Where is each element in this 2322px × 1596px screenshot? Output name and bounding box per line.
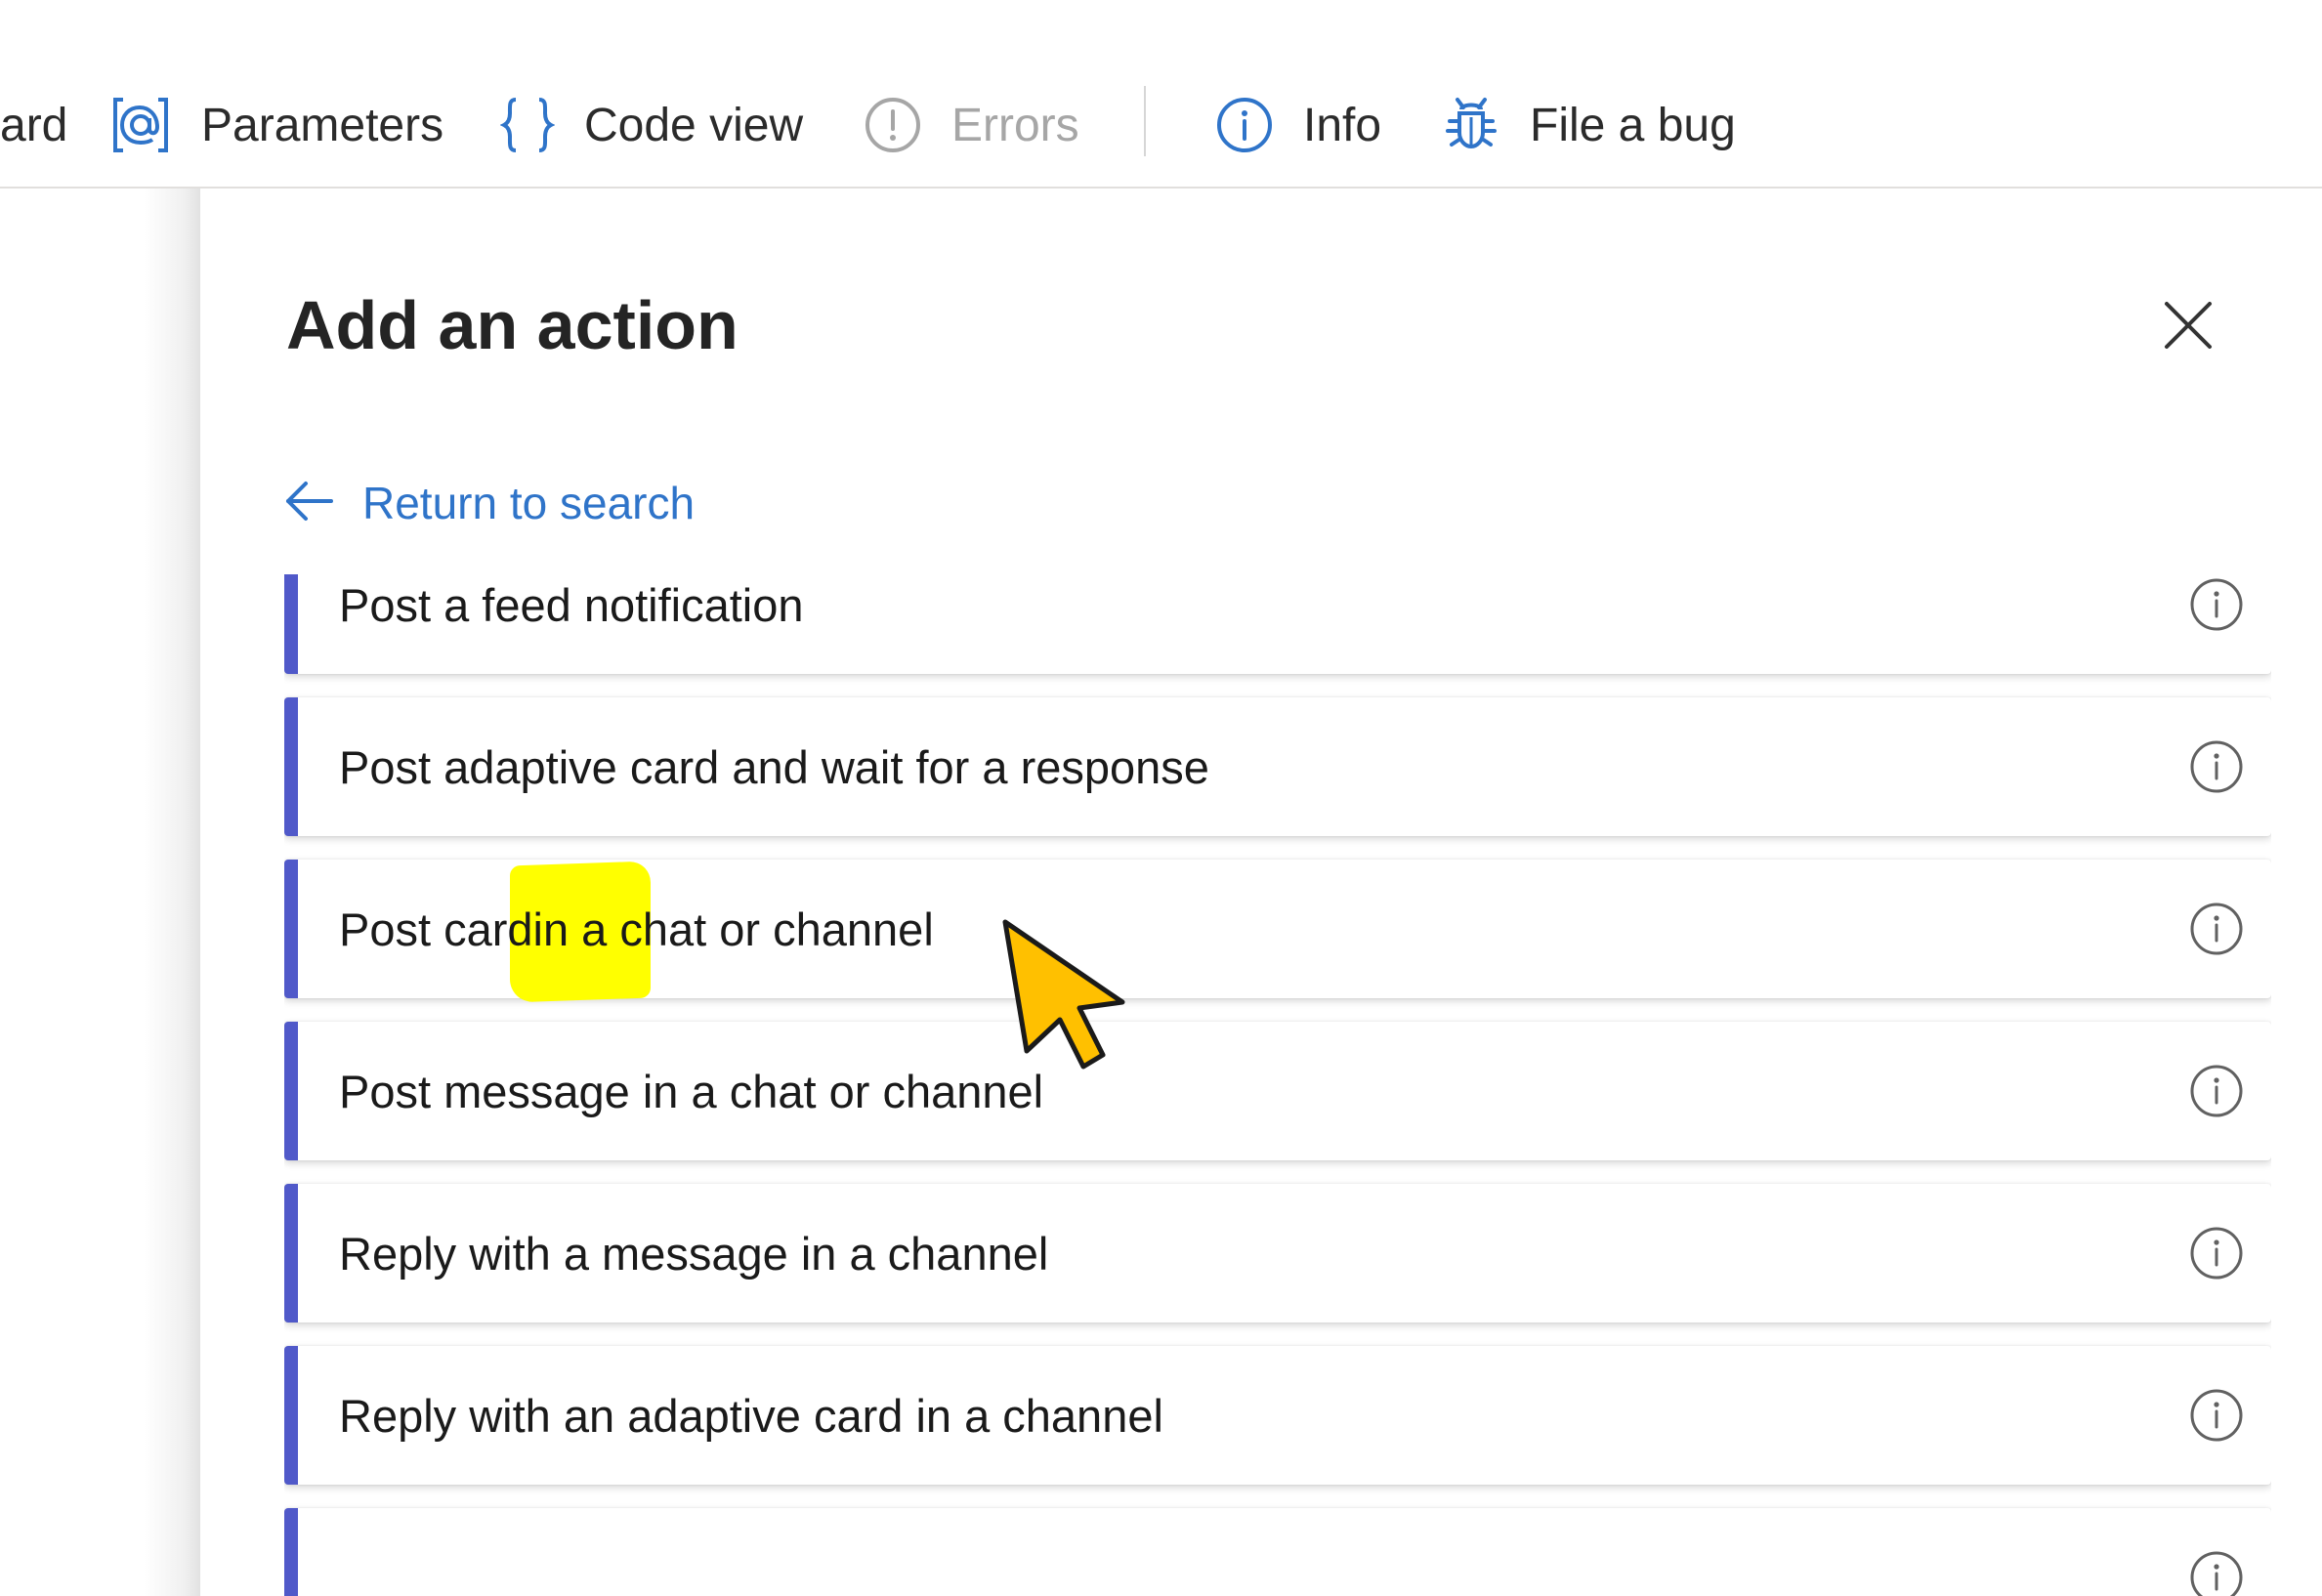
action-result-label: Post a feed notification bbox=[339, 578, 804, 631]
close-icon bbox=[2163, 300, 2214, 356]
action-result-card[interactable] bbox=[284, 1508, 2271, 1596]
braces-icon bbox=[500, 94, 555, 156]
action-result-card[interactable]: Reply with a message in a channel bbox=[284, 1184, 2271, 1323]
file-bug-button[interactable]: File a bug bbox=[1442, 86, 1736, 164]
info-button[interactable]: Info bbox=[1215, 86, 1381, 164]
close-button[interactable] bbox=[2159, 298, 2217, 357]
action-result-label: Post message in a chat or channel bbox=[339, 1065, 1044, 1117]
info-icon[interactable] bbox=[2189, 1226, 2244, 1281]
toolbar-item-board[interactable]: ard bbox=[0, 86, 67, 164]
info-icon[interactable] bbox=[2189, 1064, 2244, 1118]
canvas-backdrop bbox=[0, 189, 200, 1596]
bug-icon bbox=[1442, 96, 1500, 154]
info-icon bbox=[1215, 96, 1274, 154]
parameters-icon bbox=[109, 94, 172, 156]
code-view-label: Code view bbox=[584, 99, 804, 151]
info-icon[interactable] bbox=[2189, 1388, 2244, 1443]
action-result-card[interactable]: Post adaptive card and wait for a respon… bbox=[284, 697, 2271, 836]
add-action-panel: Add an action Return to search Post a fe… bbox=[200, 189, 2322, 1596]
label-part: in a chat or channel bbox=[532, 903, 934, 955]
parameters-label: Parameters bbox=[201, 99, 444, 151]
errors-label: Errors bbox=[951, 99, 1079, 151]
parameters-button[interactable]: Parameters bbox=[109, 86, 443, 164]
arrow-left-icon bbox=[284, 480, 335, 527]
toolbar: ard Parameters Code view Errors Info Fil… bbox=[0, 0, 2322, 189]
return-to-search-link[interactable]: Return to search bbox=[284, 472, 695, 534]
action-result-card[interactable]: Reply with an adaptive card in a channel bbox=[284, 1346, 2271, 1485]
return-to-search-label: Return to search bbox=[362, 478, 696, 528]
error-icon bbox=[864, 96, 922, 154]
toolbar-divider bbox=[1144, 86, 1146, 156]
action-result-label: Pos t card in a chat or channel bbox=[339, 860, 934, 998]
label-highlight: t card bbox=[418, 903, 533, 955]
errors-button[interactable]: Errors bbox=[864, 86, 1079, 164]
info-icon[interactable] bbox=[2189, 739, 2244, 794]
action-result-card[interactable]: Post message in a chat or channel bbox=[284, 1022, 2271, 1160]
file-bug-label: File a bug bbox=[1530, 99, 1736, 151]
toolbar-board-label: ard bbox=[0, 99, 68, 151]
info-icon[interactable] bbox=[2189, 577, 2244, 632]
action-result-label: Reply with an adaptive card in a channel bbox=[339, 1389, 1163, 1442]
action-results-list: Post a feed notification Post adaptive c… bbox=[284, 574, 2271, 1596]
action-result-card-post-card[interactable]: Pos t card in a chat or channel bbox=[284, 860, 2271, 1003]
label-part: Pos bbox=[339, 903, 418, 955]
panel-title: Add an action bbox=[286, 287, 739, 363]
info-icon[interactable] bbox=[2189, 902, 2244, 956]
code-view-button[interactable]: Code view bbox=[500, 86, 803, 164]
action-result-card[interactable]: Post a feed notification bbox=[284, 574, 2271, 674]
action-result-label: Post adaptive card and wait for a respon… bbox=[339, 740, 1209, 793]
action-result-label: Reply with a message in a channel bbox=[339, 1227, 1049, 1280]
info-label: Info bbox=[1303, 99, 1382, 151]
info-icon[interactable] bbox=[2189, 1550, 2244, 1596]
